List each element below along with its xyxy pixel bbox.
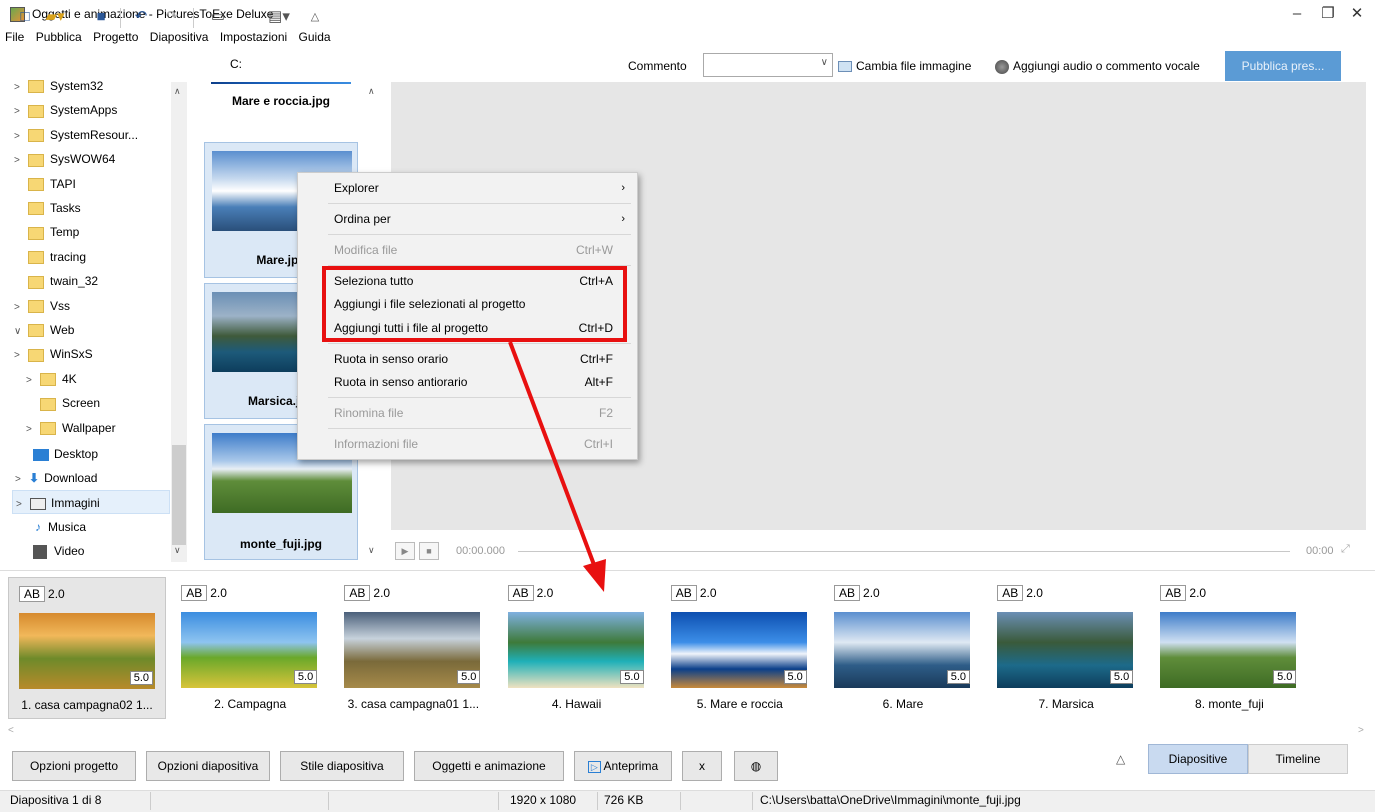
arrow-line (508, 341, 598, 571)
arrow-head-icon (583, 559, 606, 592)
annotation-arrow (508, 341, 606, 592)
